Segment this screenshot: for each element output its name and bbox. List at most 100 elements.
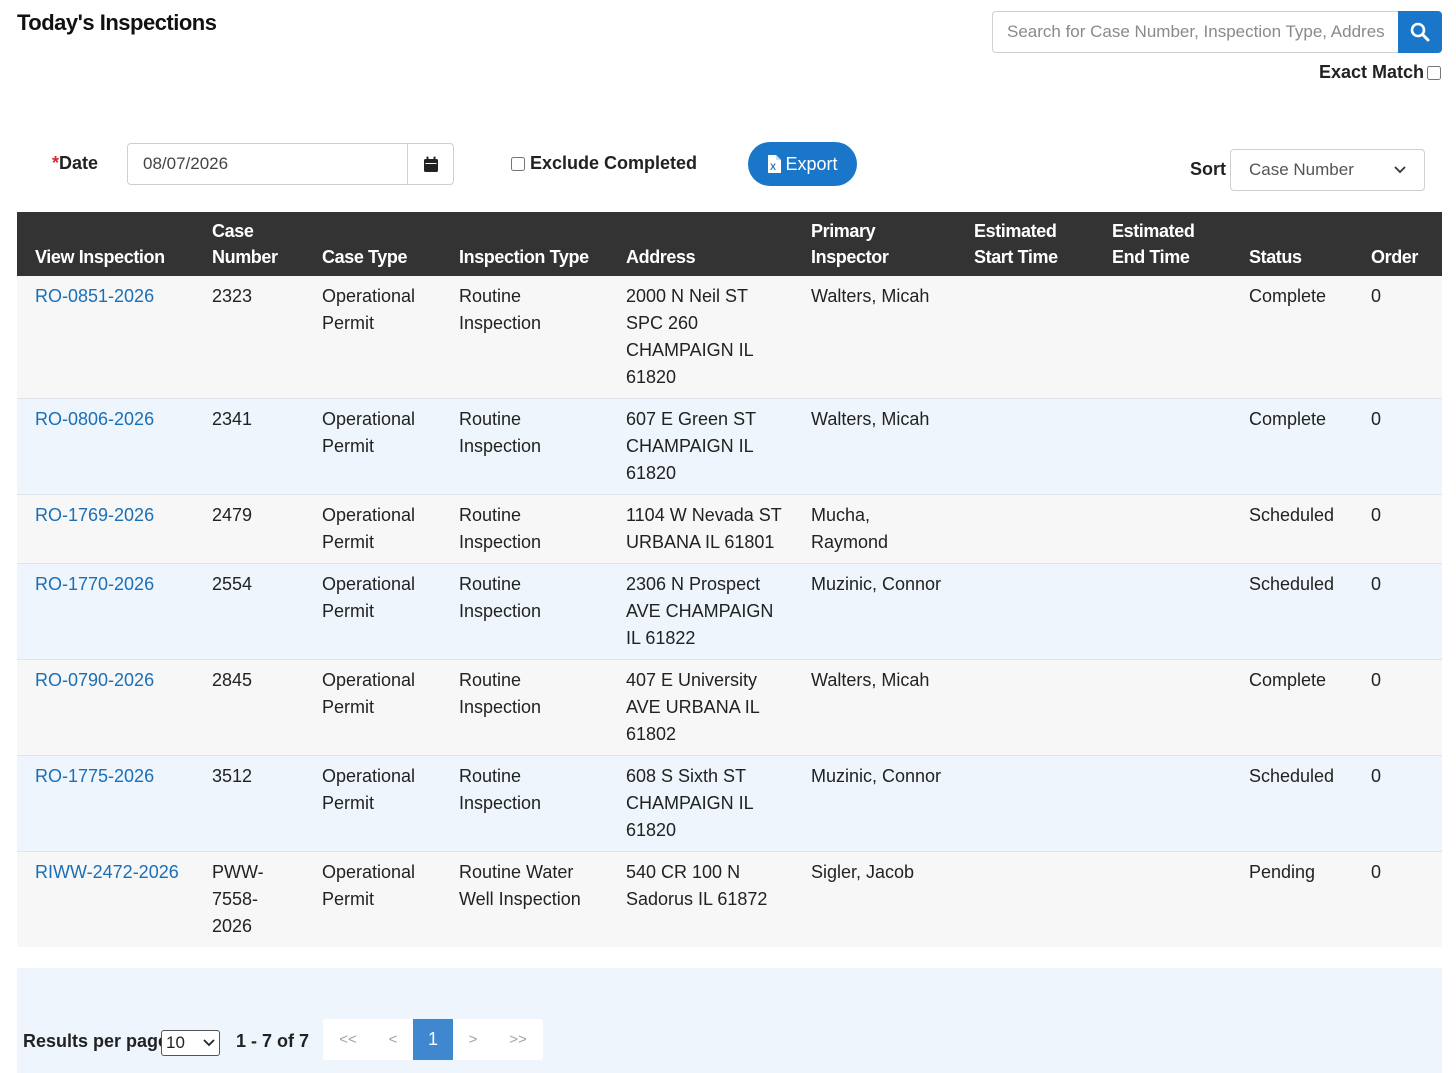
- export-button[interactable]: X Export: [748, 142, 857, 186]
- results-range: 1 - 7 of 7: [236, 1031, 310, 1051]
- view-inspection-cell: RO-1770-2026: [17, 563, 194, 660]
- exact-match-checkbox[interactable]: [1427, 65, 1441, 80]
- view-inspection-cell: RO-1769-2026: [17, 494, 194, 564]
- view-inspection-link[interactable]: RO-0806-2026: [35, 409, 154, 429]
- status-cell: Pending: [1231, 851, 1353, 947]
- address-cell: 1104 W Nevada ST URBANA IL 61801: [608, 494, 793, 564]
- end-time-cell: [1094, 851, 1231, 947]
- inspection-type-cell: Routine Inspection: [441, 755, 608, 852]
- order-cell: 0: [1353, 659, 1442, 756]
- column-header[interactable]: Estimated Start Time: [956, 212, 1094, 276]
- view-inspection-link[interactable]: RO-1769-2026: [35, 505, 154, 525]
- start-time-cell: [956, 755, 1094, 852]
- excel-icon: X: [768, 155, 782, 173]
- case-number-cell: 3512: [194, 755, 304, 852]
- table-row: RO-0806-2026 2341 Operational Permit Routin…: [17, 398, 1442, 495]
- status-cell: Complete: [1231, 659, 1353, 756]
- case-number-cell: 2845: [194, 659, 304, 756]
- start-time-cell: [956, 398, 1094, 495]
- status-cell: Scheduled: [1231, 755, 1353, 852]
- end-time-cell: [1094, 563, 1231, 660]
- sort-value: Case Number: [1249, 160, 1354, 179]
- inspection-type-cell: Routine Inspection: [441, 659, 608, 756]
- calendar-button[interactable]: [407, 143, 454, 185]
- column-header[interactable]: Case Type: [304, 212, 441, 276]
- export-label: Export: [785, 153, 838, 174]
- view-inspection-cell: RO-1775-2026: [17, 755, 194, 852]
- exclude-completed-checkbox[interactable]: [511, 156, 525, 171]
- table-row: RO-1775-2026 3512 Operational Permit Routin…: [17, 755, 1442, 852]
- table-header: View Inspection Case Number Case Type In…: [17, 212, 1442, 276]
- first-page-button[interactable]: <<: [323, 1019, 373, 1060]
- address-cell: 607 E Green ST CHAMPAIGN IL 61820: [608, 398, 793, 495]
- inspections-table: View Inspection Case Number Case Type In…: [17, 212, 1442, 947]
- view-inspection-link[interactable]: RO-0790-2026: [35, 670, 154, 690]
- column-header[interactable]: Primary Inspector: [793, 212, 956, 276]
- view-inspection-cell: RO-0806-2026: [17, 398, 194, 495]
- results-per-page-label: Results per page: [23, 1031, 169, 1051]
- case-number-cell: 2554: [194, 563, 304, 660]
- status-cell: Scheduled: [1231, 563, 1353, 660]
- current-page-button[interactable]: 1: [413, 1019, 453, 1060]
- column-header[interactable]: View Inspection: [17, 212, 194, 276]
- view-inspection-link[interactable]: RO-0851-2026: [35, 286, 154, 306]
- view-inspection-link[interactable]: RIWW-2472-2026: [35, 862, 179, 882]
- inspector-cell: Sigler, Jacob: [793, 851, 956, 947]
- order-cell: 0: [1353, 851, 1442, 947]
- column-header[interactable]: Inspection Type: [441, 212, 608, 276]
- chevron-down-icon: [1394, 166, 1406, 174]
- sort-select[interactable]: Case Number: [1230, 149, 1425, 191]
- inspection-type-cell: Routine Inspection: [441, 276, 608, 399]
- date-label-text: Date: [59, 153, 99, 173]
- order-cell: 0: [1353, 563, 1442, 660]
- address-cell: 407 E University AVE URBANA IL 61802: [608, 659, 793, 756]
- page-title: Today's Inspections: [17, 10, 217, 35]
- column-header[interactable]: Estimated End Time: [1094, 212, 1231, 276]
- case-type-cell: Operational Permit: [304, 398, 441, 495]
- date-input[interactable]: [127, 143, 408, 185]
- column-header[interactable]: Order: [1353, 212, 1442, 276]
- table-row: RIWW-2472-2026 PWW-7558-2026 Operational P…: [17, 851, 1442, 947]
- header-row: View Inspection Case Number Case Type In…: [17, 212, 1442, 276]
- case-type-cell: Operational Permit: [304, 851, 441, 947]
- search-bar: [992, 11, 1442, 53]
- exact-match-toggle: Exact Match: [1319, 62, 1441, 83]
- search-button[interactable]: [1398, 11, 1442, 53]
- filter-row: *Date Exclude Completed X Export Sort Ca…: [0, 142, 1456, 192]
- table-row: RO-1769-2026 2479 Operational Permit Routin…: [17, 494, 1442, 564]
- inspector-cell: Mucha, Raymond: [793, 494, 956, 564]
- inspector-cell: Walters, Micah: [793, 276, 956, 399]
- view-inspection-link[interactable]: RO-1775-2026: [35, 766, 154, 786]
- case-type-cell: Operational Permit: [304, 755, 441, 852]
- column-header[interactable]: Address: [608, 212, 793, 276]
- order-cell: 0: [1353, 755, 1442, 852]
- search-input[interactable]: [992, 11, 1398, 53]
- end-time-cell: [1094, 398, 1231, 495]
- view-inspection-link[interactable]: RO-1770-2026: [35, 574, 154, 594]
- exclude-completed-label: Exclude Completed: [530, 153, 698, 173]
- inspector-cell: Muzinic, Connor: [793, 563, 956, 660]
- column-header[interactable]: Status: [1231, 212, 1353, 276]
- results-per-page-select[interactable]: 10: [161, 1030, 220, 1056]
- chevron-down-icon: [203, 1039, 215, 1047]
- order-cell: 0: [1353, 494, 1442, 564]
- end-time-cell: [1094, 494, 1231, 564]
- column-header[interactable]: Case Number: [194, 212, 304, 276]
- case-type-cell: Operational Permit: [304, 276, 441, 399]
- table-footer: Results per page 10 1 - 7 of 7 << < 1 > …: [17, 968, 1442, 1073]
- svg-text:X: X: [770, 162, 776, 172]
- start-time-cell: [956, 851, 1094, 947]
- end-time-cell: [1094, 755, 1231, 852]
- table-body: RO-0851-2026 2323 Operational Permit Routin…: [17, 276, 1442, 947]
- inspection-type-cell: Routine Inspection: [441, 494, 608, 564]
- end-time-cell: [1094, 659, 1231, 756]
- prev-page-button[interactable]: <: [373, 1019, 413, 1060]
- table-row: RO-1770-2026 2554 Operational Permit Routin…: [17, 563, 1442, 660]
- next-page-button[interactable]: >: [453, 1019, 493, 1060]
- case-type-cell: Operational Permit: [304, 563, 441, 660]
- last-page-button[interactable]: >>: [493, 1019, 543, 1060]
- start-time-cell: [956, 276, 1094, 399]
- results-per-page-value: 10: [166, 1033, 185, 1052]
- end-time-cell: [1094, 276, 1231, 399]
- status-cell: Complete: [1231, 398, 1353, 495]
